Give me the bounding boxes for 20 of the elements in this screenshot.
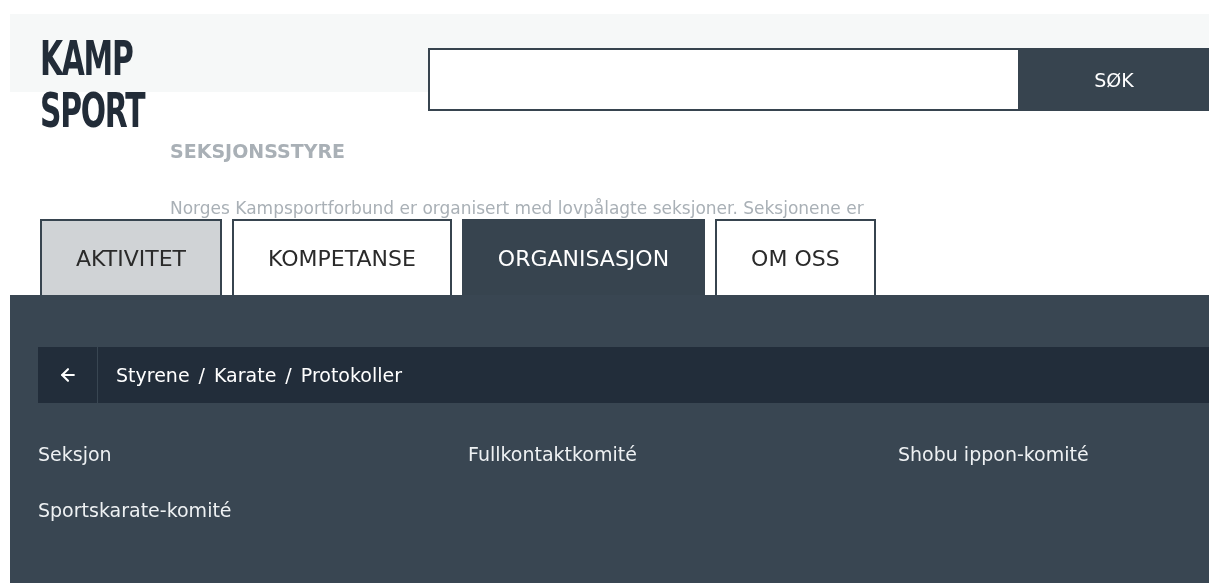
menu-link[interactable]: Shobu ippon-komité [898, 443, 1089, 465]
faded-heading: SEKSJONSSTYRE [170, 140, 346, 162]
nav-tab[interactable]: AKTIVITET [40, 219, 222, 295]
breadcrumb-separator: / [198, 364, 205, 386]
logo-text: KAMP [40, 32, 133, 84]
breadcrumb-link[interactable]: Protokoller [300, 364, 402, 386]
faded-paragraph: Norges Kampsportforbund er organisert med lovpålagte seksjoner. Seksjonene er [170, 198, 864, 218]
logo[interactable]: KAMP SPORT [40, 32, 170, 136]
menu-link[interactable]: Sportskarate-komité [38, 499, 232, 521]
nav-tab[interactable]: KOMPETANSE [232, 219, 452, 295]
nav-tab[interactable]: ORGANISASJON [461, 219, 706, 295]
breadcrumb-separator: / [285, 364, 292, 386]
breadcrumb-link[interactable]: Karate [214, 364, 277, 386]
search-field[interactable] [428, 48, 1018, 111]
nav-tab[interactable]: OM OSS [715, 219, 876, 295]
logo-text: SPORT [40, 84, 145, 136]
search-button[interactable]: SØK [1018, 48, 1209, 111]
menu-link[interactable]: Seksjon [38, 443, 112, 465]
menu-link[interactable]: Fullkontaktkomité [468, 443, 637, 465]
breadcrumb-link[interactable]: Styrene [116, 364, 190, 386]
